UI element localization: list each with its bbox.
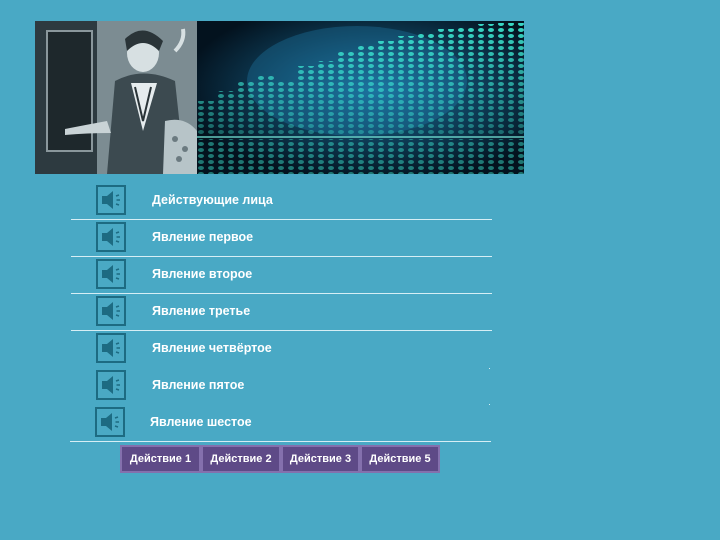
speaker-icon[interactable]	[96, 222, 126, 252]
banner	[35, 21, 524, 174]
scene-row[interactable]: Действующие лица	[71, 183, 492, 220]
scene-row[interactable]: Явление третье	[71, 294, 492, 331]
illustration-photo	[35, 21, 197, 174]
action-button[interactable]: Действие 1	[120, 445, 201, 473]
speaker-icon[interactable]	[96, 185, 126, 215]
scene-label[interactable]: Явление пятое	[152, 378, 244, 392]
speaker-icon[interactable]	[96, 259, 126, 289]
scene-label[interactable]: Явление третье	[152, 304, 250, 318]
divider-tick	[489, 404, 490, 405]
scene-label[interactable]: Явление второе	[152, 267, 252, 281]
scene-row[interactable]: Явление второе	[71, 257, 492, 294]
speaker-icon[interactable]	[96, 296, 126, 326]
equalizer-graphic	[197, 21, 524, 174]
scene-label[interactable]: Явление первое	[152, 230, 253, 244]
scene-row[interactable]: Явление пятое	[71, 368, 492, 404]
scene-label[interactable]: Явление шестое	[150, 415, 252, 429]
action-button[interactable]: Действие 3	[281, 445, 360, 473]
scene-row[interactable]: Явление четвёртое	[71, 331, 492, 367]
scene-label[interactable]: Действующие лица	[152, 193, 273, 207]
action-nav: Действие 1 Действие 2 Действие 3 Действие 5	[120, 445, 440, 473]
action-button[interactable]: Действие 5	[360, 445, 440, 473]
scene-row[interactable]: Явление первое	[71, 220, 492, 257]
action-button[interactable]: Действие 2	[201, 445, 281, 473]
scene-label[interactable]: Явление четвёртое	[152, 341, 272, 355]
divider-tick	[489, 368, 490, 369]
scene-row[interactable]: Явление шестое	[70, 405, 491, 442]
speaker-icon[interactable]	[96, 333, 126, 363]
speaker-icon[interactable]	[95, 407, 125, 437]
speaker-icon[interactable]	[96, 370, 126, 400]
